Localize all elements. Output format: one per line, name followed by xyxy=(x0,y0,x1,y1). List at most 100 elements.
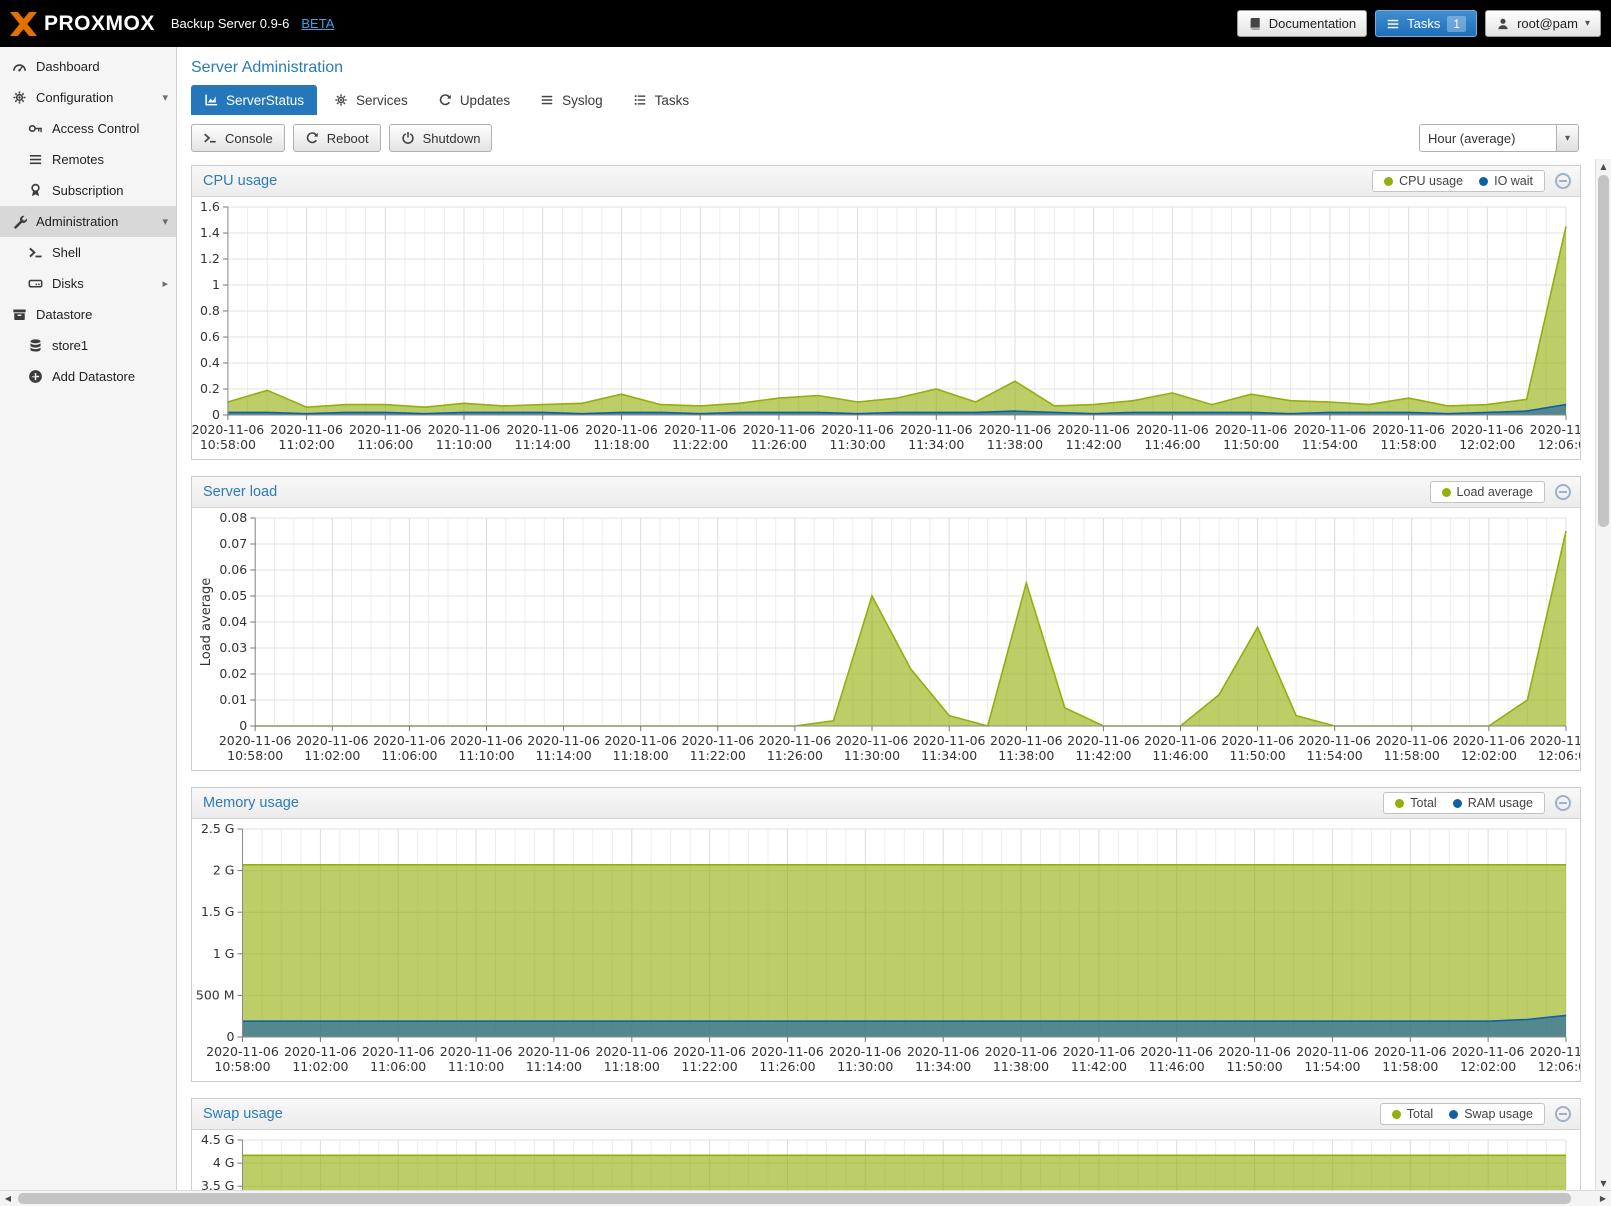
console-button[interactable]: Console xyxy=(191,124,285,152)
chevron-down-icon[interactable]: ▾ xyxy=(162,215,168,228)
chart-wrap: 0500 M1 G1.5 G2 G2.5 G2020-11-0610:58:00… xyxy=(192,819,1580,1081)
toolbar: Console Reboot Shutdown Hour (average) ▾ xyxy=(177,115,1611,161)
proxmox-x-icon xyxy=(10,12,37,36)
svg-text:11:54:00: 11:54:00 xyxy=(1307,748,1363,763)
reboot-icon xyxy=(305,131,319,145)
svg-text:1.5 G: 1.5 G xyxy=(201,904,235,919)
legend-item-total[interactable]: Total xyxy=(1395,796,1436,810)
svg-text:2020-11-06: 2020-11-06 xyxy=(1375,733,1448,748)
sidebar-item-subscription[interactable]: Subscription xyxy=(0,175,176,206)
power-icon xyxy=(401,131,415,145)
sidebar-item-add-datastore[interactable]: Add Datastore xyxy=(0,361,176,392)
legend-item-load-average[interactable]: Load average xyxy=(1442,485,1533,499)
beta-link[interactable]: BETA xyxy=(301,16,334,31)
svg-text:11:34:00: 11:34:00 xyxy=(921,748,977,763)
server-load-panel: Server load Load average 00.010.020.030.… xyxy=(191,476,1581,771)
tab-updates[interactable]: Updates xyxy=(425,85,523,115)
panel-header: Memory usage TotalRAM usage xyxy=(192,788,1580,819)
horizontal-scroll-thumb[interactable] xyxy=(18,1193,1571,1204)
legend-item-swap-usage[interactable]: Swap usage xyxy=(1449,1107,1533,1121)
user-menu-button[interactable]: root@pam ▾ xyxy=(1485,10,1601,37)
svg-text:12:06:00: 12:06:00 xyxy=(1538,437,1580,452)
svg-text:0.6: 0.6 xyxy=(200,329,220,344)
chart-wrap: 0500 M1 G1.5 G2 G2.5 G3 G3.5 G4 G4.5 G20… xyxy=(192,1130,1580,1190)
svg-text:1.6: 1.6 xyxy=(200,199,220,214)
chart: 0500 M1 G1.5 G2 G2.5 G2020-11-0610:58:00… xyxy=(192,819,1580,1081)
legend-label: IO wait xyxy=(1494,174,1533,188)
svg-text:10:58:00: 10:58:00 xyxy=(200,437,256,452)
tasks-count-badge: 1 xyxy=(1447,16,1466,32)
scroll-down-icon[interactable]: ▼ xyxy=(1596,1176,1611,1190)
svg-text:0.03: 0.03 xyxy=(219,640,247,655)
svg-text:11:46:00: 11:46:00 xyxy=(1152,748,1208,763)
sidebar-item-access-control[interactable]: Access Control xyxy=(0,113,176,144)
svg-text:1.4: 1.4 xyxy=(200,225,220,240)
svg-text:2020-11-06: 2020-11-06 xyxy=(985,1044,1058,1059)
sidebar-item-dashboard[interactable]: Dashboard xyxy=(0,51,176,82)
sidebar-item-disks[interactable]: Disks ▸ xyxy=(0,268,176,299)
product-version: Backup Server 0.9-6 xyxy=(171,16,290,31)
sidebar-item-shell[interactable]: Shell xyxy=(0,237,176,268)
tab-syslog[interactable]: Syslog xyxy=(527,85,616,115)
svg-text:2020-11-06: 2020-11-06 xyxy=(751,1044,824,1059)
svg-text:11:22:00: 11:22:00 xyxy=(690,748,746,763)
svg-text:1: 1 xyxy=(212,277,220,292)
collapse-icon[interactable] xyxy=(1555,1106,1571,1122)
svg-text:0: 0 xyxy=(239,718,247,733)
chevron-down-icon[interactable]: ▾ xyxy=(162,91,168,104)
legend-item-total[interactable]: Total xyxy=(1392,1107,1433,1121)
memory-usage-panel: Memory usage TotalRAM usage 0500 M1 G1.5… xyxy=(191,787,1581,1082)
gear-icon xyxy=(12,90,27,105)
tab-services[interactable]: Services xyxy=(321,85,421,115)
reboot-button[interactable]: Reboot xyxy=(293,124,381,152)
tasks-button[interactable]: Tasks 1 xyxy=(1375,10,1477,37)
svg-text:2020-11-06: 2020-11-06 xyxy=(1218,1044,1291,1059)
svg-text:11:42:00: 11:42:00 xyxy=(1066,437,1122,452)
svg-text:2020-11-06: 2020-11-06 xyxy=(990,733,1063,748)
collapse-icon[interactable] xyxy=(1555,484,1571,500)
documentation-button[interactable]: Documentation xyxy=(1237,10,1367,37)
legend-item-ram-usage[interactable]: RAM usage xyxy=(1453,796,1533,810)
sidebar-item-label: store1 xyxy=(52,338,88,353)
sidebar-item-datastore[interactable]: Datastore xyxy=(0,299,176,330)
chevron-right-icon[interactable]: ▸ xyxy=(162,277,168,290)
sidebar-item-administration[interactable]: Administration ▾ xyxy=(0,206,176,237)
shutdown-button[interactable]: Shutdown xyxy=(389,124,493,152)
tab-tasks[interactable]: Tasks xyxy=(620,85,703,115)
svg-text:11:50:00: 11:50:00 xyxy=(1227,1059,1283,1074)
scroll-up-icon[interactable]: ▲ xyxy=(1596,159,1611,173)
legend-dot-icon xyxy=(1479,177,1488,186)
svg-text:2020-11-06: 2020-11-06 xyxy=(1451,422,1524,437)
collapse-icon[interactable] xyxy=(1555,795,1571,811)
proxmox-logo: PROXMOX xyxy=(10,12,155,36)
sidebar-item-remotes[interactable]: Remotes xyxy=(0,144,176,175)
scroll-left-icon[interactable]: ◀ xyxy=(0,1191,16,1206)
legend-item-io-wait[interactable]: IO wait xyxy=(1479,174,1533,188)
legend-item-cpu-usage[interactable]: CPU usage xyxy=(1384,174,1463,188)
svg-text:2020-11-06: 2020-11-06 xyxy=(192,422,264,437)
legend-dot-icon xyxy=(1384,177,1393,186)
sidebar-item-store1[interactable]: store1 xyxy=(0,330,176,361)
svg-text:0.07: 0.07 xyxy=(219,536,247,551)
collapse-icon[interactable] xyxy=(1555,173,1571,189)
svg-text:2020-11-06: 2020-11-06 xyxy=(979,422,1052,437)
svg-text:2020-11-06: 2020-11-06 xyxy=(759,733,832,748)
tab-bar: ServerStatus Services Updates Syslog Tas… xyxy=(177,85,1611,115)
tab-serverstatus[interactable]: ServerStatus xyxy=(191,85,317,115)
sidebar-item-label: Disks xyxy=(52,276,84,291)
svg-text:11:22:00: 11:22:00 xyxy=(672,437,728,452)
vertical-scrollbar[interactable]: ▲ ▼ xyxy=(1595,159,1611,1190)
combo-trigger-icon[interactable]: ▾ xyxy=(1556,125,1578,151)
sidebar-item-configuration[interactable]: Configuration ▾ xyxy=(0,82,176,113)
timeframe-select[interactable]: Hour (average) ▾ xyxy=(1419,124,1579,152)
svg-text:11:06:00: 11:06:00 xyxy=(381,748,437,763)
scroll-right-icon[interactable]: ▶ xyxy=(1595,1191,1611,1206)
legend-dot-icon xyxy=(1449,1110,1458,1119)
legend-dot-icon xyxy=(1442,488,1451,497)
vertical-scroll-thumb[interactable] xyxy=(1598,175,1609,527)
tab-label: Services xyxy=(356,93,408,108)
svg-text:10:58:00: 10:58:00 xyxy=(227,748,283,763)
svg-text:11:26:00: 11:26:00 xyxy=(759,1059,815,1074)
horizontal-scrollbar[interactable]: ◀ ▶ xyxy=(0,1190,1611,1206)
svg-text:11:50:00: 11:50:00 xyxy=(1223,437,1279,452)
